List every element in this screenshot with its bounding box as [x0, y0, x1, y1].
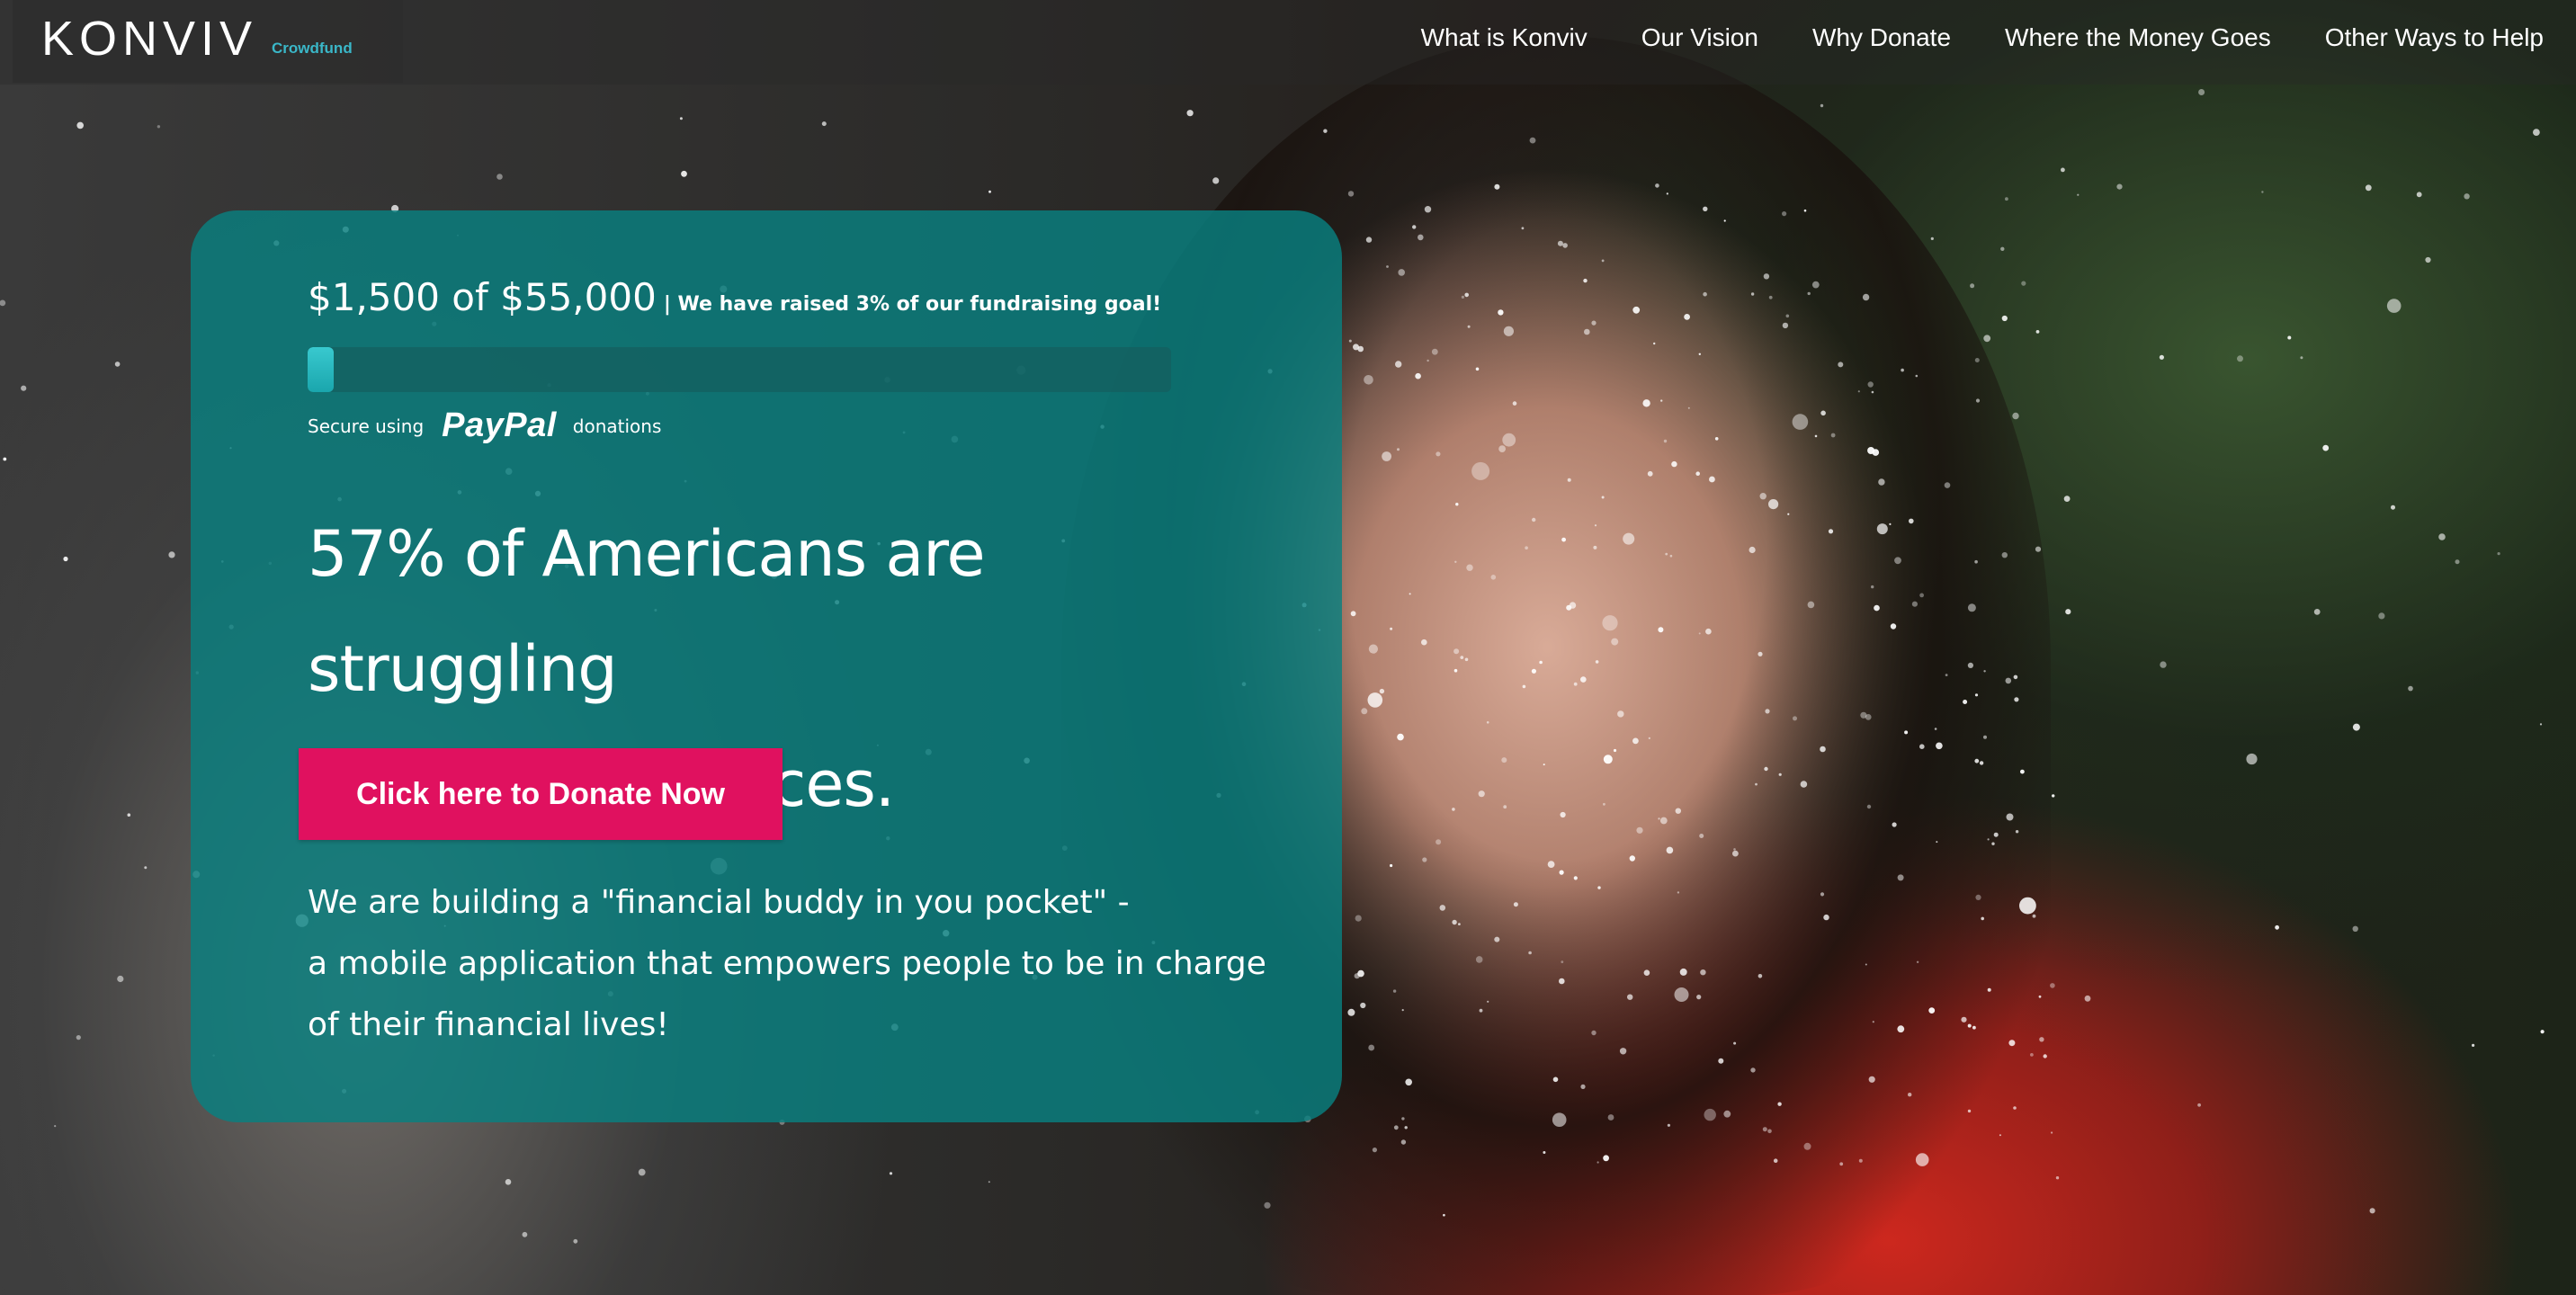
raised-summary: $1,500 of $55,000 | We have raised 3% of …	[308, 275, 1161, 319]
donate-now-button[interactable]: Click here to Donate Now	[299, 748, 783, 840]
progress-fill	[308, 347, 334, 392]
nav-links: What is Konviv Our Vision Why Donate Whe…	[1421, 23, 2544, 52]
paypal-logo: PayPal	[442, 406, 557, 444]
hero-background: KONVIV Crowdfund What is Konviv Our Visi…	[0, 0, 2576, 1295]
description-line: a mobile application that empowers peopl…	[308, 945, 1266, 982]
fundraising-progress-bar	[308, 347, 1171, 392]
nav-link-why-donate[interactable]: Why Donate	[1812, 23, 1951, 52]
logo-text: KONVIV	[41, 12, 258, 66]
headline-line-1: 57% of Americans are struggling	[308, 517, 986, 706]
paypal-secure-row: Secure using PayPal donations	[308, 406, 661, 445]
logo[interactable]: KONVIV Crowdfund	[13, 0, 403, 83]
description-line: We are building a "financial buddy in yo…	[308, 884, 1130, 921]
description: We are building a "financial buddy in yo…	[308, 872, 1297, 1056]
description-line: of their financial lives!	[308, 1006, 669, 1043]
nav-link-where-the-money-goes[interactable]: Where the Money Goes	[2005, 23, 2271, 52]
logo-subtitle: Crowdfund	[272, 40, 353, 57]
secure-prefix: Secure using	[308, 415, 425, 437]
fundraising-card: $1,500 of $55,000 | We have raised 3% of …	[191, 210, 1342, 1122]
nav-link-our-vision[interactable]: Our Vision	[1641, 23, 1758, 52]
secure-suffix: donations	[572, 415, 662, 437]
nav-link-what-is-konviv[interactable]: What is Konviv	[1421, 23, 1588, 52]
raised-note: | We have raised 3% of our fundraising g…	[663, 293, 1162, 316]
nav-link-other-ways-to-help[interactable]: Other Ways to Help	[2325, 23, 2544, 52]
top-navbar: KONVIV Crowdfund What is Konviv Our Visi…	[0, 0, 2576, 85]
raised-amount: $1,500 of $55,000	[308, 275, 657, 319]
